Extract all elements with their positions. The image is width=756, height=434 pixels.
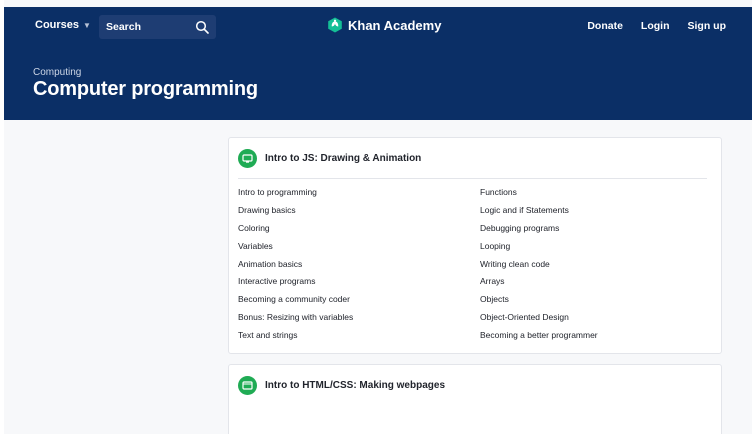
leaf-logo-icon	[328, 17, 342, 33]
subject-header: Computing Computer programming	[4, 45, 752, 120]
chevron-down-icon: ▼	[83, 20, 91, 30]
lesson-link[interactable]: Interactive programs	[238, 275, 353, 293]
lesson-link[interactable]: Variables	[238, 240, 353, 258]
login-link[interactable]: Login	[641, 20, 670, 32]
lesson-link[interactable]: Functions	[480, 186, 598, 204]
brand-name: Khan Academy	[348, 17, 442, 33]
lesson-link[interactable]: Writing clean code	[480, 258, 598, 276]
breadcrumb[interactable]: Computing	[33, 67, 81, 78]
unit-header[interactable]: Intro to JS: Drawing & Animation	[238, 149, 421, 168]
courses-menu-button[interactable]: Courses ▼	[35, 19, 91, 31]
page: Courses ▼ Search Khan Academy Donate Log…	[4, 0, 752, 434]
lesson-link[interactable]: Becoming a community coder	[238, 293, 353, 311]
lesson-list-left: Intro to programming Drawing basics Colo…	[238, 186, 353, 347]
search-label: Search	[106, 21, 142, 33]
unit-header[interactable]: Intro to HTML/CSS: Making webpages	[238, 376, 445, 395]
search-icon[interactable]	[195, 20, 209, 34]
unit-icon	[238, 149, 257, 168]
khan-academy-logo[interactable]: Khan Academy	[327, 17, 441, 33]
unit-title: Intro to HTML/CSS: Making webpages	[265, 380, 446, 391]
lesson-link[interactable]: Animation basics	[238, 258, 353, 276]
unit-icon	[238, 376, 257, 395]
unit-card: Intro to HTML/CSS: Making webpages	[228, 364, 722, 434]
page-title: Computer programming	[33, 78, 258, 100]
lesson-link[interactable]: Bonus: Resizing with variables	[238, 311, 353, 329]
code-window-icon	[242, 381, 253, 390]
lesson-list-right: Functions Logic and if Statements Debugg…	[480, 186, 598, 347]
lesson-link[interactable]: Coloring	[238, 222, 353, 240]
lesson-link[interactable]: Drawing basics	[238, 204, 353, 222]
lesson-link[interactable]: Arrays	[480, 275, 598, 293]
top-navigation-bar: Courses ▼ Search Khan Academy Donate Log…	[4, 7, 752, 45]
lesson-link[interactable]: Debugging programs	[480, 222, 598, 240]
monitor-icon	[242, 154, 253, 163]
lesson-link[interactable]: Becoming a better programmer	[480, 329, 598, 347]
unit-card: Intro to JS: Drawing & Animation Intro t…	[228, 137, 722, 354]
account-nav: Donate Login Sign up	[587, 20, 726, 32]
lesson-link[interactable]: Objects	[480, 293, 598, 311]
lesson-link[interactable]: Object-Oriented Design	[480, 311, 598, 329]
lesson-link[interactable]: Logic and if Statements	[480, 204, 598, 222]
signup-link[interactable]: Sign up	[688, 20, 727, 32]
lesson-link[interactable]: Intro to programming	[238, 186, 353, 204]
search-input[interactable]: Search	[99, 15, 216, 39]
divider	[238, 178, 707, 179]
lesson-link[interactable]: Looping	[480, 240, 598, 258]
lesson-link[interactable]: Text and strings	[238, 329, 353, 347]
unit-title: Intro to JS: Drawing & Animation	[265, 153, 422, 164]
donate-link[interactable]: Donate	[587, 20, 623, 32]
courses-label: Courses	[35, 19, 80, 31]
